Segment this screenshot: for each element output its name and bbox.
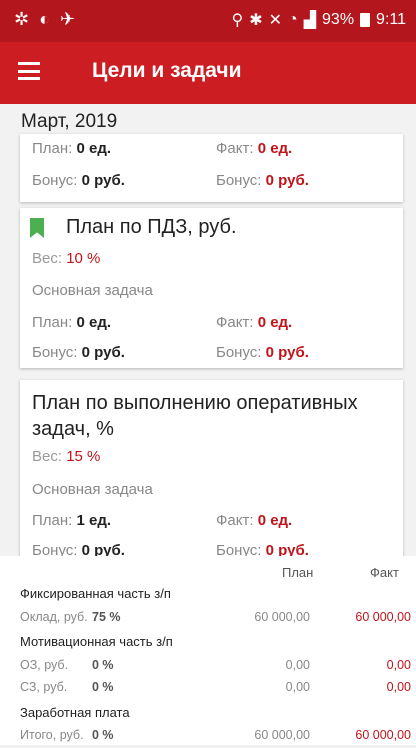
bonus-plan-row: Бонус: 0 руб. [32,344,125,361]
mute-icon: ✕ [268,12,283,29]
section-motivation: Мотивационная часть з/п [20,634,173,649]
fact-row: Факт: 0 ед. [216,512,293,529]
bonus-fact-row: Бонус: 0 руб. [216,344,309,361]
page-title: Цели и задачи [92,59,242,82]
section-salary: Заработная плата [20,705,130,720]
goal-title: План по выполнению оперативных задач, % [32,392,358,440]
task-type: Основная задача [32,282,153,299]
bonus-fact-row: Бонус: 0 руб. [216,172,309,189]
summary-row-oz: ОЗ, руб. 0 % 0,00 0,00 [20,658,411,672]
weight-row: Вес: 10 % [32,250,101,267]
goal-card[interactable]: План по выполнению оперативных задач, % … [20,380,403,560]
goal-card[interactable]: План: 0 ед. Факт: 0 ед. Бонус: 0 руб. Бо… [20,134,403,202]
plan-row: План: 1 ед. [32,512,112,529]
period-header: Март, 2019 [21,111,118,132]
fact-row: Факт: 0 ед. [216,140,293,157]
plan-row: План: 0 ед. [32,140,112,157]
bonus-plan-row: Бонус: 0 руб. [32,172,125,189]
location-icon: ⚲ [231,12,244,29]
col-fact-header: Факт [370,565,399,580]
status-icons: ⚲ ✱ ✕ ◔ ▟ 93% 9:11 [232,10,407,30]
task-type: Основная задача [32,481,153,498]
clock: 9:11 [376,11,406,28]
signal-icon: ▟ [303,12,317,29]
bluetooth-icon: ✱ [249,12,263,29]
app-toolbar: Цели и задачи [0,42,416,104]
goal-title: План по ПДЗ, руб. [66,216,237,238]
weight-row: Вес: 15 % [32,448,101,465]
status-bar: ✲◐✈ ⚲ ✱ ✕ ◔ ▟ 93% 9:11 [0,0,416,42]
fact-row: Факт: 0 ед. [216,314,293,331]
summary-row-sz: СЗ, руб. 0 % 0,00 0,00 [20,680,411,694]
bookmark-icon [30,218,44,238]
plan-row: План: 0 ед. [32,314,112,331]
summary-row-oklad: Оклад, руб. 75 % 60 000,00 60 000,00 [20,610,411,624]
goal-card[interactable]: План по ПДЗ, руб. Вес: 10 % Основная зад… [20,208,403,368]
col-plan-header: План [282,565,314,580]
wifi-icon: ◔ [288,11,298,28]
summary-row-total: Итого, руб. 0 % 60 000,00 60 000,00 [20,728,411,742]
section-fixed: Фиксированная часть з/п [20,586,171,601]
menu-icon[interactable] [18,62,40,80]
battery-percent: 93% [322,11,355,28]
notification-icons: ✲◐✈ [14,9,86,29]
salary-summary: План Факт Фиксированная часть з/п Оклад,… [0,556,416,745]
battery-icon [360,13,371,27]
